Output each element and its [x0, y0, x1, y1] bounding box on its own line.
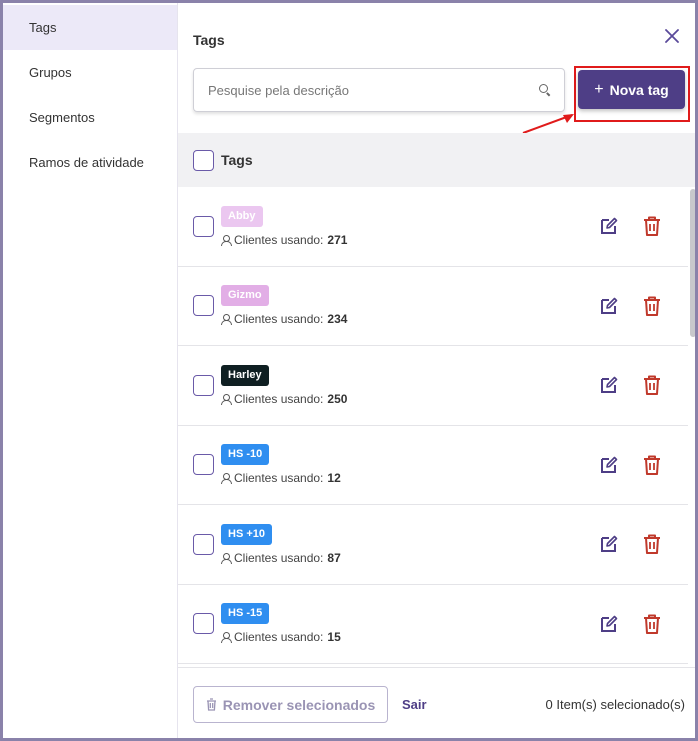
usage-line: Clientes usando: 12 — [221, 471, 341, 485]
search-icon[interactable] — [538, 83, 552, 97]
close-icon — [665, 29, 679, 43]
sidebar-item-label: Segmentos — [29, 110, 95, 125]
row-checkbox[interactable] — [193, 533, 214, 555]
tags-modal: Tags Grupos Segmentos Ramos de atividade… — [0, 0, 698, 741]
usage-count: 15 — [327, 630, 341, 645]
selected-count: 0 Item(s) selecionado(s) — [545, 697, 685, 712]
search-input[interactable] — [208, 82, 538, 98]
sidebar-item-segmentos[interactable]: Segmentos — [3, 95, 177, 140]
usage-count: 250 — [327, 391, 348, 406]
row-checkbox[interactable] — [193, 215, 214, 237]
tag-badge: HS -15 — [221, 603, 270, 625]
user-icon — [221, 632, 232, 644]
tag-row: Abby Clientes usando: 271 — [178, 187, 688, 267]
delete-icon[interactable] — [643, 534, 661, 555]
usage-count: 87 — [327, 550, 341, 565]
edit-icon[interactable] — [599, 534, 619, 554]
tag-info: HS +10 Clientes usando: 87 — [221, 523, 341, 565]
tag-badge: Gizmo — [221, 285, 269, 307]
scrollbar-thumb[interactable] — [690, 189, 695, 337]
footer: Remover selecionados Sair 0 Item(s) sele… — [178, 667, 695, 738]
tag-info: Abby Clientes usando: 271 — [221, 205, 347, 247]
row-checkbox[interactable] — [193, 374, 214, 396]
edit-icon[interactable] — [599, 614, 619, 634]
sidebar-item-tags[interactable]: Tags — [3, 5, 177, 50]
delete-icon[interactable] — [643, 375, 661, 396]
delete-icon[interactable] — [643, 216, 661, 237]
edit-icon[interactable] — [599, 375, 619, 395]
list-header-label: Tags — [221, 152, 253, 168]
user-icon — [221, 393, 232, 405]
tag-info: Harley Clientes usando: 250 — [221, 364, 347, 406]
remove-selected-label: Remover selecionados — [222, 696, 376, 713]
panel-title: Tags — [193, 32, 225, 48]
usage-label: Clientes usando: — [234, 312, 324, 327]
tag-row: HS +10 Clientes usando: 87 — [178, 505, 688, 585]
tag-badge: HS -10 — [221, 444, 270, 466]
tags-panel: Tags + Nova tag Tags Abby Client — [178, 3, 695, 738]
user-icon — [221, 314, 232, 326]
tag-info: HS -15 Clientes usando: 15 — [221, 603, 341, 644]
tag-badge: HS +10 — [221, 523, 272, 545]
tag-badge: Abby — [221, 205, 263, 227]
close-button[interactable] — [661, 25, 683, 47]
sidebar-item-label: Tags — [29, 20, 57, 35]
row-checkbox[interactable] — [193, 295, 214, 317]
search-box — [193, 68, 565, 112]
select-all-checkbox[interactable] — [193, 149, 214, 171]
usage-line: Clientes usando: 87 — [221, 551, 341, 565]
usage-label: Clientes usando: — [234, 550, 324, 565]
tag-row: Harley Clientes usando: 250 — [178, 346, 688, 426]
row-checkbox[interactable] — [193, 454, 214, 476]
edit-icon[interactable] — [599, 296, 619, 316]
new-tag-label: Nova tag — [609, 81, 669, 98]
user-icon — [221, 473, 232, 485]
usage-label: Clientes usando: — [234, 232, 324, 247]
tag-info: Gizmo Clientes usando: 234 — [221, 285, 347, 326]
delete-icon[interactable] — [643, 296, 661, 316]
tag-row: HS -15 Clientes usando: 15 — [178, 585, 688, 664]
sidebar-item-grupos[interactable]: Grupos — [3, 50, 177, 95]
delete-icon[interactable] — [643, 455, 661, 475]
sidebar-item-ramos-de-atividade[interactable]: Ramos de atividade — [3, 140, 177, 185]
remove-selected-button[interactable]: Remover selecionados — [193, 686, 388, 723]
row-checkbox[interactable] — [193, 613, 214, 635]
plus-icon: + — [594, 80, 604, 98]
usage-count: 234 — [327, 312, 348, 327]
usage-line: Clientes usando: 15 — [221, 630, 341, 644]
edit-icon[interactable] — [599, 455, 619, 475]
sidebar-item-label: Grupos — [29, 65, 72, 80]
exit-link[interactable]: Sair — [402, 697, 427, 712]
tag-row: Gizmo Clientes usando: 234 — [178, 267, 688, 346]
usage-label: Clientes usando: — [234, 630, 324, 645]
usage-line: Clientes usando: 250 — [221, 392, 347, 406]
list-header: Tags — [178, 133, 695, 187]
sidebar: Tags Grupos Segmentos Ramos de atividade — [3, 3, 178, 738]
tag-list: Abby Clientes usando: 271 Gizmo Clientes… — [178, 187, 688, 667]
tag-info: HS -10 Clientes usando: 12 — [221, 444, 341, 485]
usage-count: 12 — [327, 471, 341, 486]
usage-label: Clientes usando: — [234, 471, 324, 486]
edit-icon[interactable] — [599, 216, 619, 236]
tag-row: HS -10 Clientes usando: 12 — [178, 426, 688, 505]
usage-line: Clientes usando: 271 — [221, 233, 347, 247]
usage-label: Clientes usando: — [234, 391, 324, 406]
usage-line: Clientes usando: 234 — [221, 312, 347, 326]
trash-icon — [206, 698, 216, 711]
usage-count: 271 — [327, 232, 348, 247]
delete-icon[interactable] — [643, 614, 661, 634]
user-icon — [221, 234, 232, 246]
tag-badge: Harley — [221, 364, 269, 386]
sidebar-item-label: Ramos de atividade — [29, 155, 144, 170]
user-icon — [221, 552, 232, 564]
new-tag-button[interactable]: + Nova tag — [578, 70, 685, 109]
scrollbar[interactable] — [688, 187, 695, 667]
